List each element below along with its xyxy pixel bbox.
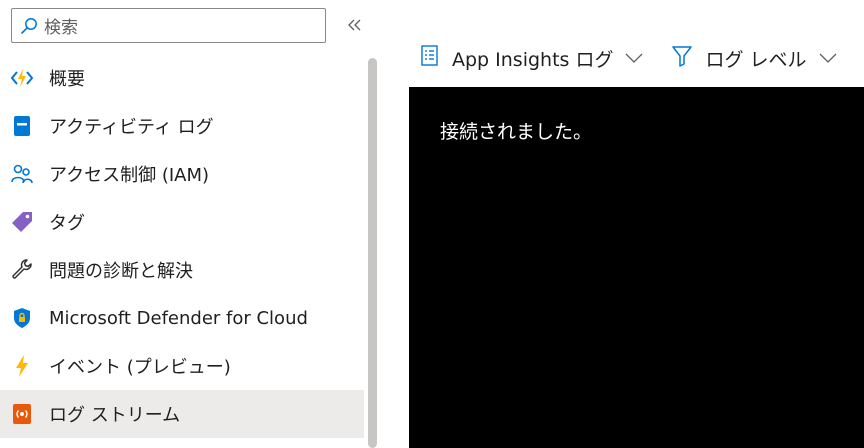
sidebar-item-label: アクセス制御 (IAM) xyxy=(49,165,210,186)
log-level-label: ログ レベル xyxy=(705,48,807,71)
shield-icon xyxy=(10,306,34,330)
filter-icon xyxy=(671,45,693,71)
sidebar-item-log-stream[interactable]: ログ ストリーム xyxy=(0,390,364,438)
sidebar-item-iam[interactable]: アクセス制御 (IAM) xyxy=(0,150,364,198)
list-document-icon xyxy=(420,45,440,71)
sidebar-item-tags[interactable]: タグ xyxy=(0,198,364,246)
people-icon xyxy=(10,162,34,186)
sidebar-item-label: タグ xyxy=(49,213,85,234)
log-source-dropdown[interactable]: App Insights ログ xyxy=(420,40,643,76)
sidebar-item-label: イベント (プレビュー) xyxy=(49,357,231,378)
lightning-icon xyxy=(10,354,34,378)
sidebar-scrollbar[interactable] xyxy=(368,54,377,448)
search-input[interactable]: 検索 xyxy=(11,8,326,43)
scrollbar-thumb[interactable] xyxy=(368,58,377,448)
log-source-label: App Insights ログ xyxy=(452,48,614,71)
quickstart-lightning-icon xyxy=(10,66,34,90)
log-level-dropdown[interactable]: ログ レベル xyxy=(671,40,836,76)
activity-log-icon xyxy=(10,114,34,138)
sidebar-item-label: アクティビティ ログ xyxy=(49,117,214,138)
sidebar-item-label: Microsoft Defender for Cloud xyxy=(49,307,308,329)
sidebar-item-activity-log[interactable]: アクティビティ ログ xyxy=(0,102,364,150)
sidebar-item-label: 概要 xyxy=(49,69,85,90)
sidebar-item-defender[interactable]: Microsoft Defender for Cloud xyxy=(0,294,364,342)
log-toolbar: App Insights ログ ログ レベル xyxy=(420,40,837,76)
sidebar-item-events[interactable]: イベント (プレビュー) xyxy=(0,342,364,390)
log-stream-icon xyxy=(10,402,34,426)
search-icon xyxy=(20,17,38,35)
sidebar-nav: 概要 アクティビティ ログ アクセス制御 (IAM) タグ 問題の診断と解決 M… xyxy=(0,54,364,438)
collapse-sidebar-button[interactable] xyxy=(344,14,366,38)
search-placeholder: 検索 xyxy=(44,18,78,38)
sidebar-item-label: 問題の診断と解決 xyxy=(49,261,193,282)
console-line: 接続されました。 xyxy=(440,121,593,143)
sidebar-item-overview[interactable]: 概要 xyxy=(0,54,364,102)
double-chevron-left-icon xyxy=(347,17,363,36)
chevron-down-icon xyxy=(625,52,643,64)
chevron-down-icon xyxy=(819,52,837,64)
wrench-icon xyxy=(10,258,34,282)
log-console[interactable]: 接続されました。 xyxy=(409,87,864,448)
tag-icon xyxy=(10,210,34,234)
sidebar-item-diagnose[interactable]: 問題の診断と解決 xyxy=(0,246,364,294)
sidebar-item-label: ログ ストリーム xyxy=(49,405,181,426)
